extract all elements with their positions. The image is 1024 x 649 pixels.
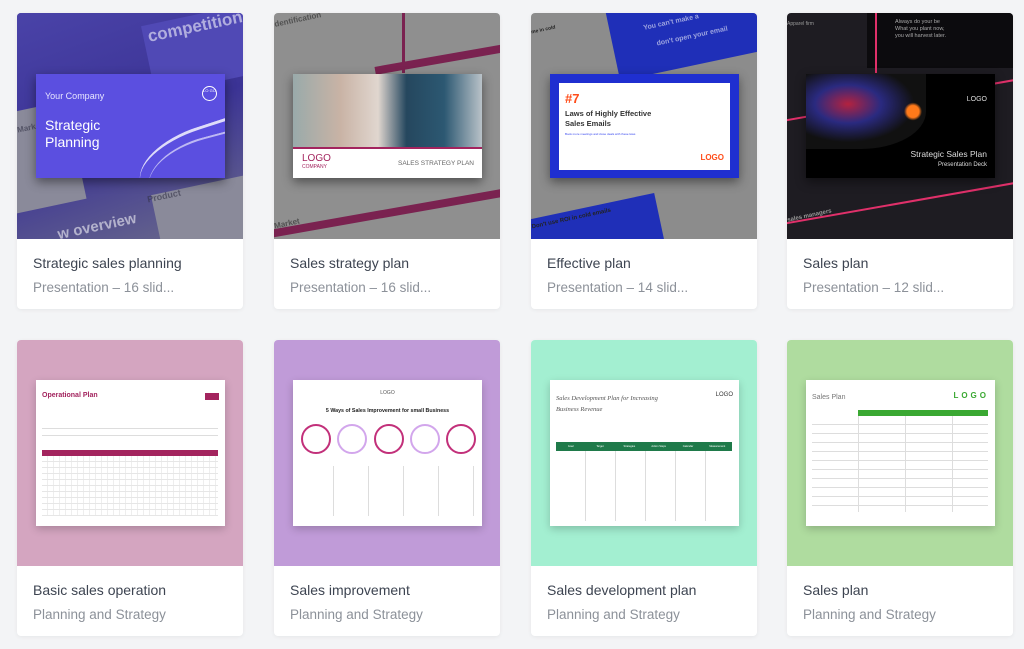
template-thumbnail: Always do your be What you plant now, you … <box>787 13 1013 239</box>
card-subtitle: Presentation – 16 slid... <box>290 280 432 295</box>
template-card-sales-plan-2[interactable]: Sales Plan LOGO Sales plan Planning and S… <box>787 340 1013 636</box>
template-card-sales-development-plan[interactable]: Sales Development Plan for Increasing Bus… <box>531 340 757 636</box>
document-preview: LOGO 5 Ways of Sales Improvement for sma… <box>293 380 482 526</box>
card-subtitle: Presentation – 12 slid... <box>803 280 945 295</box>
card-title[interactable]: Sales development plan <box>547 582 741 598</box>
cover-slide: LOGO COMPANY SALES STRATEGY PLAN <box>293 74 482 178</box>
template-thumbnail: Sales Development Plan for Increasing Bus… <box>531 340 757 566</box>
card-subtitle: Planning and Strategy <box>290 607 423 622</box>
template-card-basic-sales-operation[interactable]: Operational Plan Basic sales operation Pl… <box>17 340 243 636</box>
template-thumbnail: Operational Plan <box>17 340 243 566</box>
template-thumbnail: LOGO 5 Ways of Sales Improvement for sma… <box>274 340 500 566</box>
card-title[interactable]: Strategic sales planning <box>33 255 227 271</box>
team-icon <box>301 424 331 454</box>
template-thumbnail: dentification Market LOGO COMPANY SALES S… <box>274 13 500 239</box>
card-subtitle: Planning and Strategy <box>547 607 680 622</box>
card-title[interactable]: Sales plan <box>803 255 997 271</box>
card-title[interactable]: Basic sales operation <box>33 582 227 598</box>
card-title[interactable]: Effective plan <box>547 255 741 271</box>
template-card-sales-improvement[interactable]: LOGO 5 Ways of Sales Improvement for sma… <box>274 340 500 636</box>
template-thumbnail: You can't make a don't open your email D… <box>531 13 757 239</box>
slide-heading: Strategic Sales Plan <box>910 149 987 159</box>
template-card-strategic-sales-planning[interactable]: competition w overview Product Market Yo… <box>17 13 243 309</box>
slide-heading: Laws of Highly Effective Sales Emails <box>565 109 652 128</box>
document-preview: Sales Development Plan for Increasing Bus… <box>550 380 739 526</box>
template-card-effective-plan[interactable]: You can't make a don't open your email D… <box>531 13 757 309</box>
cover-slide: LOGO Strategic Sales Plan Presentation D… <box>806 74 995 178</box>
slide-heading: Strategic Planning <box>45 117 101 150</box>
card-title[interactable]: Sales plan <box>803 582 997 598</box>
template-thumbnail: competition w overview Product Market Yo… <box>17 13 243 239</box>
logo-badge: LO GO <box>202 86 217 101</box>
document-preview: Operational Plan <box>36 380 225 526</box>
card-subtitle: Planning and Strategy <box>33 607 166 622</box>
template-thumbnail: Sales Plan LOGO <box>787 340 1013 566</box>
cover-slide: Your Company LO GO Strategic Planning <box>36 74 225 178</box>
logo: LOGO COMPANY <box>302 153 331 171</box>
photo-image <box>293 74 482 147</box>
cover-slide: #7 Laws of Highly Effective Sales Emails … <box>550 74 739 178</box>
users-icon <box>373 424 404 454</box>
card-subtitle: Presentation – 16 slid... <box>33 280 175 295</box>
card-title[interactable]: Sales strategy plan <box>290 255 484 271</box>
card-subtitle: Planning and Strategy <box>803 607 936 622</box>
template-card-sales-strategy-plan[interactable]: dentification Market LOGO COMPANY SALES S… <box>274 13 500 309</box>
percent-icon <box>409 424 440 454</box>
globe-icon <box>337 424 368 454</box>
card-subtitle: Presentation – 14 slid... <box>547 280 689 295</box>
card-title[interactable]: Sales improvement <box>290 582 484 598</box>
trend-up-icon <box>446 424 476 454</box>
document-preview: Sales Plan LOGO <box>806 380 995 526</box>
template-card-sales-plan[interactable]: Always do your be What you plant now, you … <box>787 13 1013 309</box>
